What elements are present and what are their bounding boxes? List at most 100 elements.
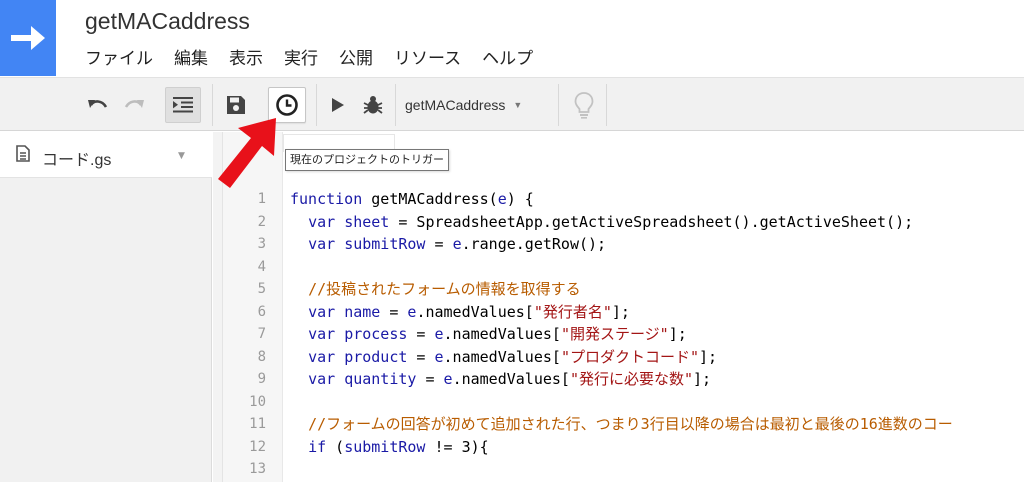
code-token: if (308, 437, 327, 456)
menu-help[interactable]: ヘルプ (482, 44, 533, 69)
undo-button[interactable] (84, 87, 112, 123)
lightbulb-icon (574, 92, 594, 119)
code-text: var process = e.namedValues["開発ステージ"]; (290, 323, 687, 346)
code-token: //フォームの回答が初めて追加された行、つまり3行目以降の場合は最初と最後の16… (308, 415, 953, 433)
code-token: e (434, 325, 444, 343)
file-sidebar: コード.gs ▼ (0, 132, 212, 482)
project-title[interactable]: getMACaddress (85, 8, 250, 35)
code-text: var quantity = e.namedValues["発行に必要な数"]; (290, 368, 711, 391)
code-token: submitRow (344, 235, 426, 253)
menu-view[interactable]: 表示 (229, 44, 263, 69)
code-token: e (452, 235, 462, 253)
code-editor[interactable]: 1 function getMACaddress(e) {2 var sheet … (213, 132, 1024, 482)
code-token: product (344, 347, 408, 366)
clock-icon (276, 94, 298, 116)
line-number: 3 (257, 236, 266, 252)
run-button[interactable] (326, 87, 350, 123)
code-token: name (344, 302, 381, 321)
code-token: = (425, 235, 453, 253)
code-token: = SpreadsheetApp.getActiveSpreadsheet().… (389, 212, 914, 231)
code-token: .namedValues[ (452, 370, 570, 388)
indent-icon (173, 97, 193, 113)
code-token: quantity (344, 370, 417, 388)
code-token: = (416, 370, 444, 388)
code-text: if (submitRow != 3){ (290, 436, 489, 459)
code-text: var sheet = SpreadsheetApp.getActiveSpre… (290, 211, 913, 234)
line-number: 10 (249, 393, 266, 410)
code-token: var (308, 235, 336, 253)
code-token: ) { (506, 190, 534, 208)
lightbulb-button[interactable] (570, 87, 598, 123)
code-token: "開発ステージ" (560, 325, 669, 343)
code-token: "発行者名" (533, 302, 612, 321)
menu-file[interactable]: ファイル (85, 44, 153, 69)
menu-resources[interactable]: リソース (394, 44, 461, 69)
menu-edit[interactable]: 編集 (174, 44, 208, 69)
code-text: //投稿されたフォームの情報を取得する (290, 278, 581, 301)
code-line: 1 function getMACaddress(e) { (213, 188, 1024, 211)
code-token: != 3){ (425, 437, 489, 456)
code-token: ( (326, 437, 345, 456)
app-logo[interactable] (0, 0, 56, 76)
code-lines: 1 function getMACaddress(e) {2 var sheet … (213, 188, 1024, 481)
debug-icon (363, 96, 383, 114)
redo-button[interactable] (120, 87, 148, 123)
menu-publish[interactable]: 公開 (339, 44, 373, 69)
code-text: var product = e.namedValues["プロダクトコード"]; (290, 346, 717, 369)
chevron-down-icon[interactable]: ▼ (178, 151, 185, 161)
code-line: 13 (213, 458, 1024, 481)
code-token: var (308, 302, 336, 321)
code-token: var (308, 370, 336, 388)
line-number: 9 (257, 371, 266, 387)
file-item[interactable]: コード.gs ▼ (0, 132, 212, 178)
file-name: コード.gs (42, 152, 112, 169)
code-line: 3 var submitRow = e.range.getRow(); (213, 233, 1024, 256)
line-number: 4 (257, 258, 266, 275)
code-line: 4 (213, 256, 1024, 279)
code-token: .namedValues[ (443, 347, 561, 366)
code-token: .range.getRow(); (461, 235, 607, 253)
code-token: .namedValues[ (416, 302, 534, 321)
code-token: var (308, 325, 336, 343)
function-select-value: getMACaddress (405, 97, 506, 113)
code-text: var submitRow = e.range.getRow(); (290, 233, 606, 256)
arrow-right-icon (11, 26, 45, 50)
code-line: 12 if (submitRow != 3){ (213, 436, 1024, 459)
line-number: 2 (257, 213, 266, 230)
undo-icon (88, 100, 108, 108)
function-select[interactable]: getMACaddress ▼ (405, 87, 522, 123)
code-token: function (290, 190, 363, 208)
document-icon (16, 145, 30, 162)
code-token: "発行に必要な数" (569, 370, 694, 388)
code-token: e (443, 370, 453, 388)
code-token: ]; (699, 347, 718, 366)
code-token: var (308, 347, 336, 366)
run-icon (332, 98, 344, 112)
menu-bar: ファイル 編集 表示 実行 公開 リソース ヘルプ (85, 44, 554, 69)
line-number: 13 (249, 461, 266, 477)
code-token: getMACaddress( (362, 190, 498, 208)
code-text: //フォームの回答が初めて追加された行、つまり3行目以降の場合は最初と最後の16… (290, 413, 953, 436)
code-token: e (497, 190, 507, 208)
debug-button[interactable] (359, 87, 387, 123)
redo-icon (124, 100, 144, 108)
menu-run[interactable]: 実行 (284, 44, 318, 69)
indent-button[interactable] (165, 87, 201, 123)
code-token: "プロダクトコード" (560, 347, 699, 366)
line-number: 8 (257, 348, 266, 365)
toolbar: getMACaddress ▼ (0, 77, 1024, 131)
line-number: 7 (257, 326, 266, 342)
code-line: 9 var quantity = e.namedValues["発行に必要な数"… (213, 368, 1024, 391)
code-token: ]; (668, 325, 687, 343)
code-line: 2 var sheet = SpreadsheetApp.getActiveSp… (213, 211, 1024, 234)
code-token: = (380, 302, 408, 321)
code-token: process (344, 325, 408, 343)
